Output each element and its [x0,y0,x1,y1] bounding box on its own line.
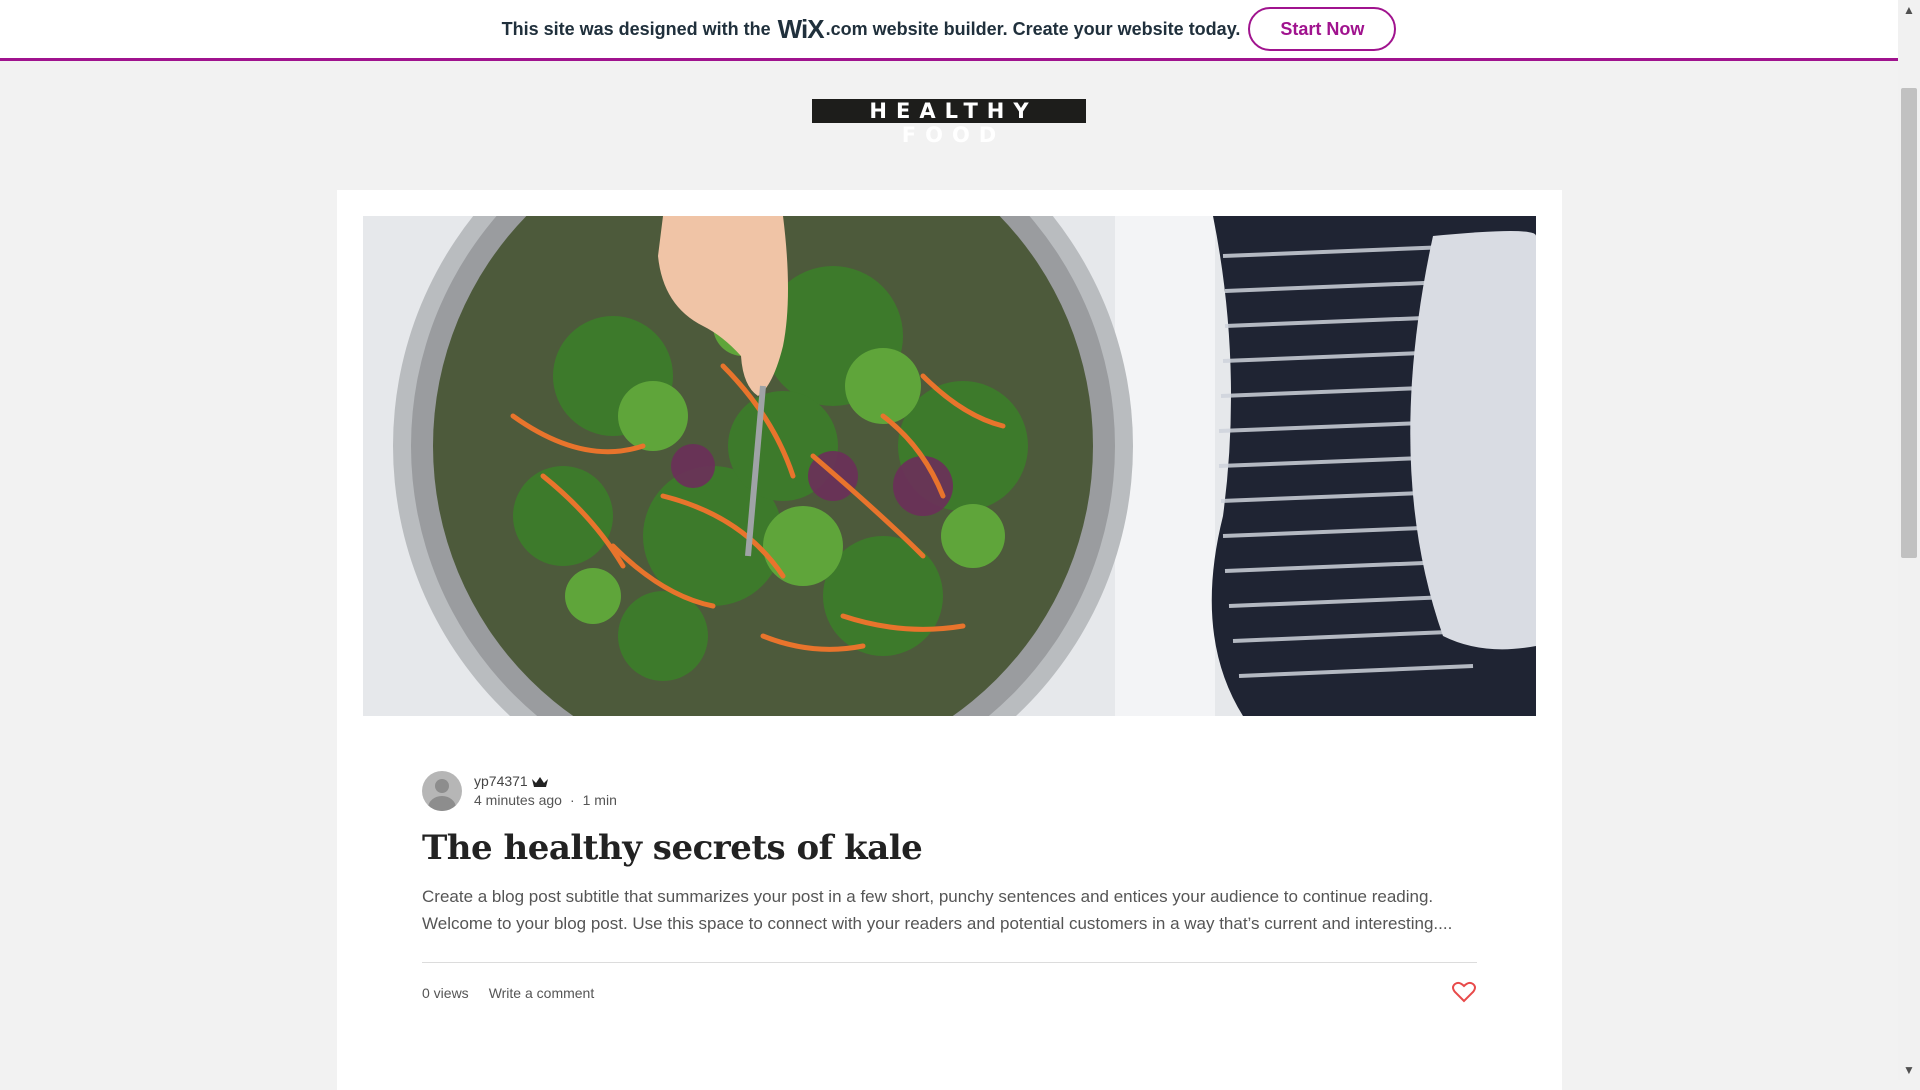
banner-text-after: website builder. Create your website tod… [872,18,1241,39]
excerpt-line-1: Create a blog post subtitle that summari… [422,887,1434,906]
author-name[interactable]: yp74371 [474,772,528,791]
post-title[interactable]: The healthy secrets of kale [422,828,923,868]
banner-text-before: This site was designed with the [501,18,771,39]
crown-icon [531,776,548,787]
scrollbar-thumb[interactable] [1901,88,1917,558]
scroll-up-icon[interactable]: ▲ [1898,0,1920,20]
wix-domain: .com [825,18,868,39]
scroll-down-icon[interactable]: ▼ [1898,1060,1920,1080]
wix-promo-banner: This site was designed with the WiX .com … [0,0,1898,61]
start-now-button[interactable]: Start Now [1248,7,1397,51]
post-excerpt[interactable]: Create a blog post subtitle that summari… [422,883,1482,937]
write-comment-link[interactable]: Write a comment [489,985,595,1001]
meta-separator: · [569,792,575,808]
author-avatar[interactable] [422,771,462,811]
page-scrollbar[interactable]: ▲ ▼ [1898,0,1920,1080]
post-meta: yp74371 4 minutes ago · 1 min [422,771,617,811]
kale-salad-photo [363,216,1536,716]
excerpt-line-2: Welcome to your blog post. Use this spac… [422,914,1453,933]
heart-icon[interactable] [1452,981,1476,1003]
post-divider [422,962,1477,963]
post-cover-image[interactable] [363,216,1536,716]
view-count: 0 views [422,985,469,1001]
post-card: yp74371 4 minutes ago · 1 min The healthy … [337,190,1562,1090]
wix-logo: WiX [777,13,825,44]
site-title[interactable]: HEALTHY FOOD [812,99,1086,147]
post-time: 4 minutes ago [474,792,562,808]
post-stats: 0 views Write a comment [422,985,594,1001]
read-time: 1 min [582,792,617,808]
